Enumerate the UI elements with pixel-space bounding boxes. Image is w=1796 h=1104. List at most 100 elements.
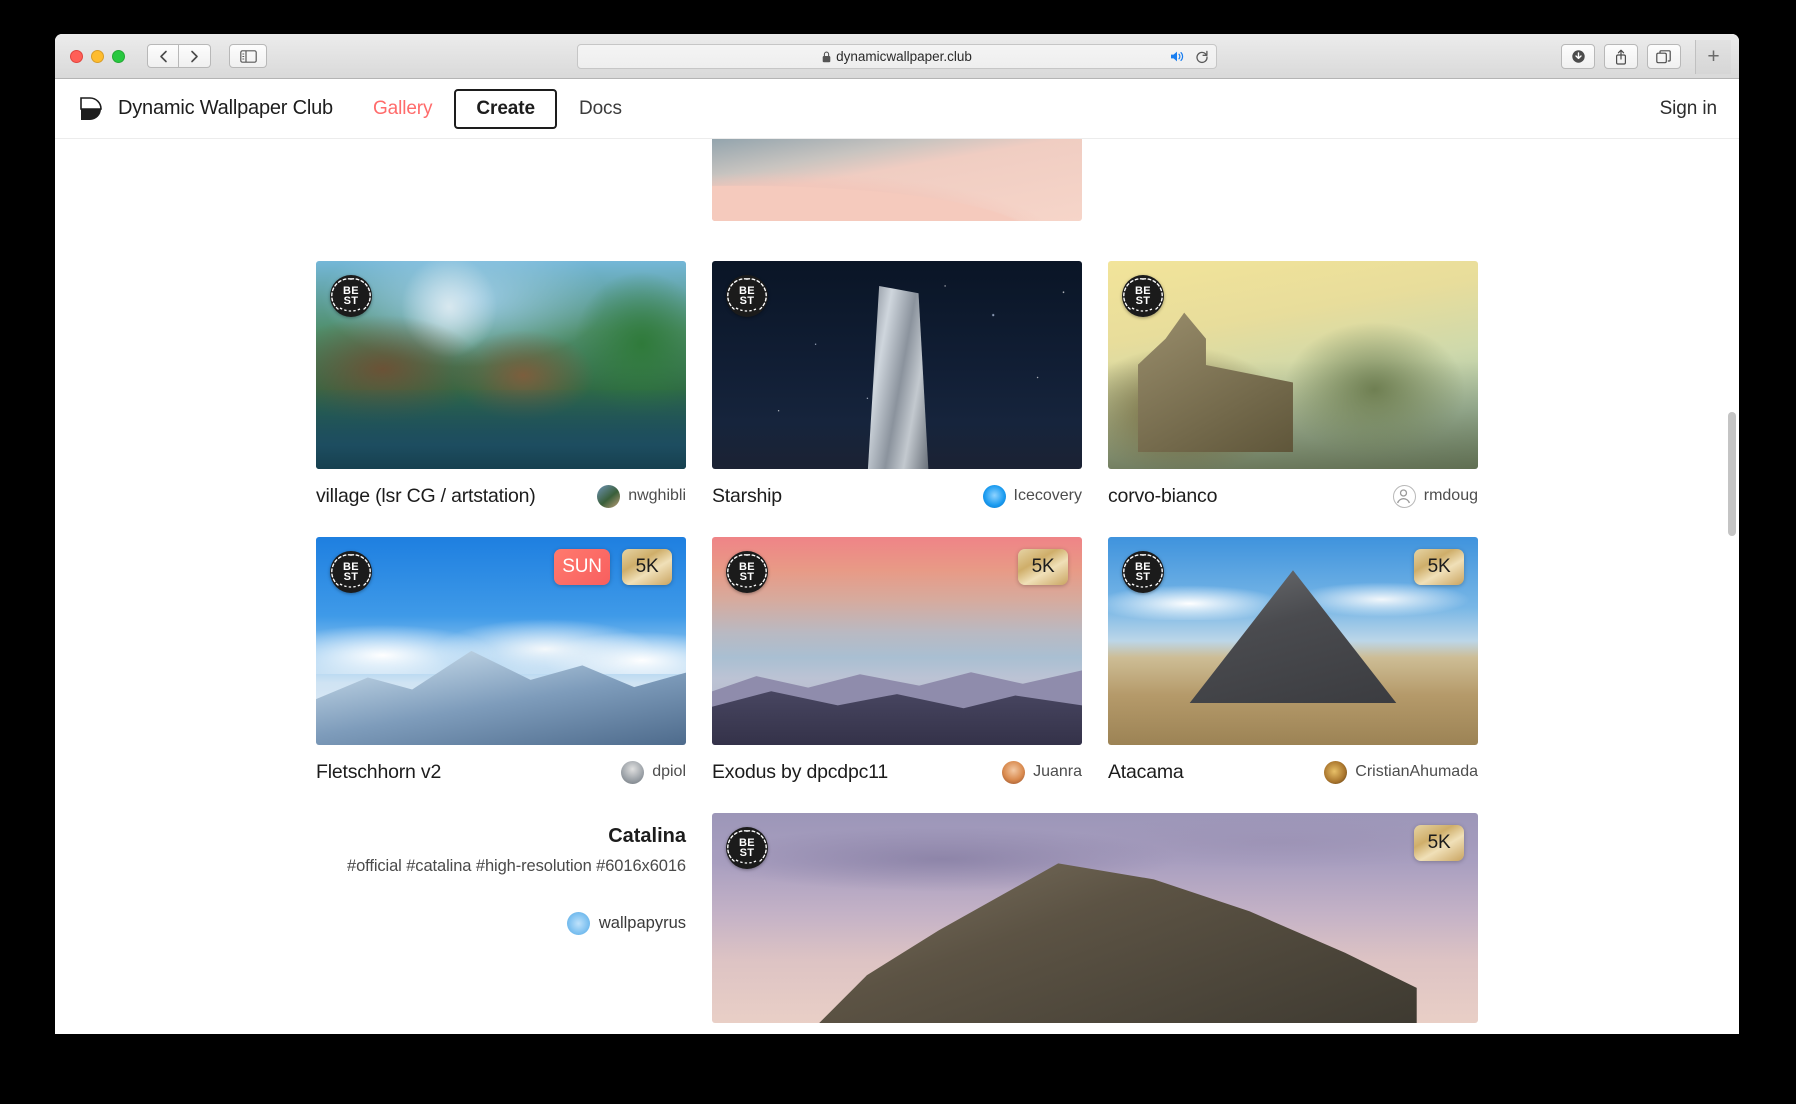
new-tab-label: + — [1707, 45, 1720, 68]
wallpaper-title[interactable]: Fletschhorn v2 — [316, 761, 441, 784]
feature-tags[interactable]: #official #catalina #high-resolution #60… — [316, 857, 686, 876]
card-meta: corvo-bianco rmdoug — [1108, 469, 1478, 523]
speaker-playing-icon[interactable] — [1170, 50, 1186, 63]
wallpaper-thumbnail[interactable]: BE ST 5K — [712, 537, 1082, 745]
dynamic-wallpaper-logo-icon — [80, 96, 102, 120]
chevron-left-icon — [159, 50, 167, 62]
sidebar-toggle-button[interactable] — [229, 44, 267, 68]
nav-item-gallery[interactable]: Gallery — [361, 91, 444, 127]
wallpaper-author[interactable]: Icecovery — [982, 484, 1082, 508]
wallpaper-author[interactable]: Juanra — [1002, 760, 1082, 784]
gallery-card-partial[interactable] — [712, 139, 1082, 221]
best-badge-label: BE ST — [1135, 561, 1151, 583]
feature-title[interactable]: Catalina — [316, 825, 686, 848]
gallery-card-exodus[interactable]: BE ST 5K Exodus by dpcdpc11 Juanra — [712, 537, 1082, 799]
page-scrollbar[interactable] — [1728, 244, 1736, 1024]
wallpaper-author[interactable]: dpiol — [621, 760, 686, 784]
site-header: Dynamic Wallpaper Club Gallery Create Do… — [55, 79, 1739, 139]
gallery-row-partial — [316, 139, 1478, 221]
avatar — [597, 484, 621, 508]
show-tabs-button[interactable] — [1647, 44, 1681, 69]
sidebar-toggle-icon — [239, 49, 257, 63]
chevron-right-icon — [191, 50, 198, 62]
wallpaper-thumbnail[interactable]: BE ST 5K — [1108, 537, 1478, 745]
best-badge-label: BE ST — [1135, 285, 1151, 307]
downloads-button[interactable] — [1561, 44, 1595, 69]
new-tab-button[interactable]: + — [1695, 40, 1731, 74]
best-badge-label: BE ST — [739, 837, 755, 859]
nav-item-docs[interactable]: Docs — [567, 91, 634, 127]
url-text: dynamicwallpaper.club — [836, 49, 972, 64]
feature-author[interactable]: wallpapyrus — [316, 912, 686, 935]
wallpaper-author[interactable]: rmdoug — [1392, 484, 1478, 508]
card-meta: Exodus by dpcdpc11 Juanra — [712, 745, 1082, 799]
sign-in-link[interactable]: Sign in — [1660, 98, 1718, 120]
sun-badge-label: SUN — [562, 556, 602, 577]
author-name: Juanra — [1033, 763, 1082, 780]
close-window-button[interactable] — [70, 49, 83, 63]
wallpaper-title[interactable]: village (lsr CG / artstation) — [316, 485, 536, 508]
reload-icon[interactable] — [1195, 50, 1209, 64]
site-nav: Gallery Create Docs — [361, 88, 634, 129]
wallpaper-thumbnail[interactable]: BE ST 5K — [712, 813, 1478, 1023]
wallpaper-author[interactable]: CristianAhumada — [1324, 760, 1478, 784]
window-controls — [70, 49, 125, 63]
gallery-card-atacama[interactable]: BE ST 5K Atacama CristianAhumada — [1108, 537, 1478, 799]
nav-label-create: Create — [476, 97, 535, 119]
resolution-badge: 5K — [1414, 825, 1464, 861]
gallery-card-fletschhorn[interactable]: BE ST SUN 5K Fletschhorn v2 dpiol — [316, 537, 686, 799]
back-button[interactable] — [147, 44, 179, 68]
wallpaper-title[interactable]: corvo-bianco — [1108, 485, 1217, 508]
wallpaper-thumbnail[interactable]: BE ST SUN 5K — [316, 537, 686, 745]
share-button[interactable] — [1604, 44, 1638, 69]
author-name: wallpapyrus — [598, 914, 686, 932]
resolution-badge-label: 5K — [635, 556, 659, 577]
best-badge: BE ST — [330, 551, 372, 593]
brand[interactable]: Dynamic Wallpaper Club — [77, 95, 333, 123]
feature-details: Catalina #official #catalina #high-resol… — [316, 813, 686, 1023]
download-icon — [1571, 50, 1585, 63]
card-meta: Atacama CristianAhumada — [1108, 745, 1478, 799]
wallpaper-thumbnail[interactable]: BE ST — [1108, 261, 1478, 469]
wallpaper-title[interactable]: Starship — [712, 485, 782, 508]
author-name: rmdoug — [1423, 487, 1478, 504]
resolution-badge: 5K — [1018, 549, 1068, 585]
best-badge: BE ST — [330, 275, 372, 317]
best-badge-label: BE ST — [739, 285, 755, 307]
author-name: Icecovery — [1013, 487, 1082, 504]
best-badge: BE ST — [726, 551, 768, 593]
brand-name: Dynamic Wallpaper Club — [118, 97, 333, 119]
nav-item-create[interactable]: Create — [454, 88, 557, 129]
gallery-card-starship[interactable]: BE ST Starship Icecovery — [712, 261, 1082, 523]
author-name: dpiol — [652, 763, 686, 780]
author-name: CristianAhumada — [1355, 763, 1478, 780]
avatar — [1002, 760, 1026, 784]
wallpaper-title[interactable]: Atacama — [1108, 761, 1184, 784]
card-meta: Fletschhorn v2 dpiol — [316, 745, 686, 799]
avatar — [566, 912, 590, 935]
gallery-row-1: BE ST village (lsr CG / artstation) nwghi… — [316, 261, 1478, 523]
share-icon — [1615, 49, 1627, 65]
wallpaper-thumbnail[interactable]: BE ST — [316, 261, 686, 469]
wallpaper-thumbnail[interactable]: BE ST — [712, 261, 1082, 469]
gallery-card-village[interactable]: BE ST village (lsr CG / artstation) nwghi… — [316, 261, 686, 523]
forward-button[interactable] — [179, 44, 211, 68]
resolution-badge-label: 5K — [1031, 556, 1055, 577]
maximize-window-button[interactable] — [112, 49, 125, 63]
best-badge-label: BE ST — [343, 561, 359, 583]
wallpaper-title[interactable]: Exodus by dpcdpc11 — [712, 761, 888, 784]
address-bar[interactable]: dynamicwallpaper.club — [577, 44, 1217, 69]
browser-window: dynamicwallpaper.club + Dynamic Wallpape… — [55, 34, 1739, 1034]
scrollbar-thumb[interactable] — [1728, 412, 1736, 536]
resolution-badge-label: 5K — [1427, 832, 1451, 853]
wallpaper-thumbnail-partial[interactable] — [712, 139, 1082, 221]
author-name: nwghibli — [628, 487, 686, 504]
minimize-window-button[interactable] — [91, 49, 104, 63]
best-badge: BE ST — [1122, 551, 1164, 593]
best-badge-label: BE ST — [343, 285, 359, 307]
wallpaper-author[interactable]: nwghibli — [597, 484, 686, 508]
card-meta: Starship Icecovery — [712, 469, 1082, 523]
gallery-card-catalina[interactable]: BE ST 5K — [712, 813, 1478, 1023]
gallery-card-corvo-bianco[interactable]: BE ST corvo-bianco rmdoug — [1108, 261, 1478, 523]
toolbar-right-actions — [1561, 44, 1681, 69]
